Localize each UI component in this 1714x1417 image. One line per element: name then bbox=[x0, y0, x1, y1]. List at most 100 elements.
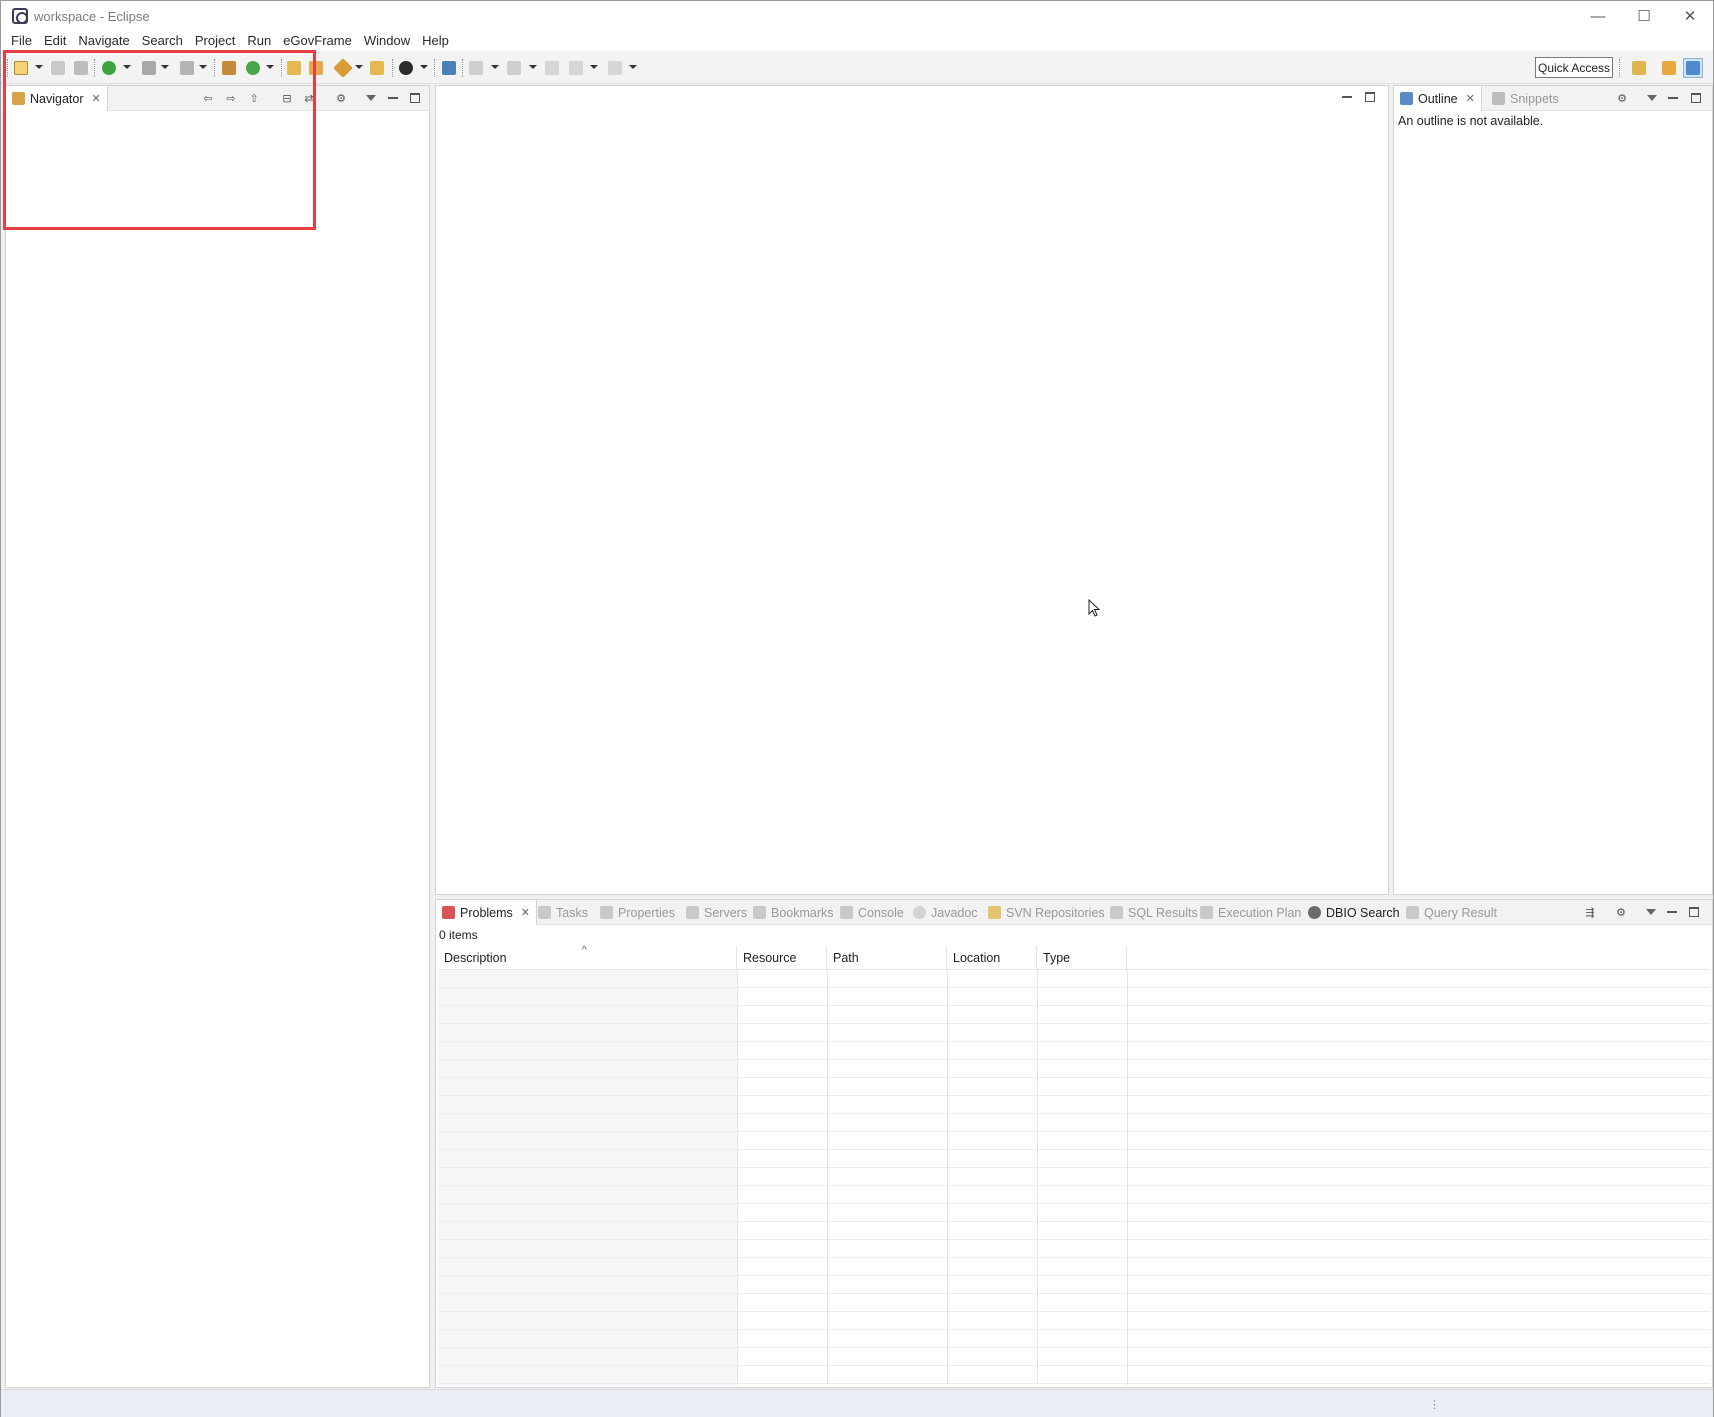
minimize-window-button[interactable]: — bbox=[1575, 1, 1621, 31]
table-row[interactable] bbox=[438, 1114, 1710, 1132]
prev-annotation-dropdown-icon[interactable] bbox=[529, 65, 537, 69]
user-dropdown-icon[interactable] bbox=[420, 65, 428, 69]
tab-execution-plan[interactable]: Execution Plan bbox=[1194, 900, 1307, 925]
table-row[interactable] bbox=[438, 1348, 1710, 1366]
debug-dropdown-icon[interactable] bbox=[123, 65, 131, 69]
outline-filter-icon[interactable]: ⚙ bbox=[1615, 91, 1629, 105]
tab-console[interactable]: Console bbox=[834, 900, 910, 925]
tab-javadoc[interactable]: Javadoc bbox=[907, 900, 984, 925]
stop-icon[interactable] bbox=[141, 60, 157, 76]
maximize-view-icon[interactable] bbox=[408, 91, 422, 105]
new-dropdown-icon[interactable] bbox=[35, 65, 43, 69]
server-icon[interactable] bbox=[179, 60, 195, 76]
table-row[interactable] bbox=[438, 1078, 1710, 1096]
egovframe-perspective-icon[interactable] bbox=[1683, 58, 1703, 78]
new-wizard-icon[interactable] bbox=[13, 60, 29, 76]
close-problems-icon[interactable]: ✕ bbox=[521, 906, 530, 919]
table-row[interactable] bbox=[438, 1096, 1710, 1114]
terminal-icon[interactable] bbox=[441, 60, 457, 76]
status-grip-icon[interactable]: ⋮ bbox=[1429, 1398, 1440, 1411]
editor-area[interactable] bbox=[435, 85, 1389, 895]
maximize-outline-icon[interactable] bbox=[1689, 91, 1703, 105]
open-type-icon[interactable] bbox=[369, 60, 385, 76]
problems-configure-icon[interactable]: ⇶ bbox=[1583, 905, 1597, 919]
table-row[interactable] bbox=[438, 1258, 1710, 1276]
table-row[interactable] bbox=[438, 1060, 1710, 1078]
table-row[interactable] bbox=[438, 988, 1710, 1006]
link-with-editor-icon[interactable]: ⇄ bbox=[302, 91, 316, 105]
collapse-all-icon[interactable]: ⊟ bbox=[280, 91, 294, 105]
menu-window[interactable]: Window bbox=[358, 31, 416, 51]
table-row[interactable] bbox=[438, 1006, 1710, 1024]
back-nav-icon[interactable]: ⇦ bbox=[201, 91, 215, 105]
table-row[interactable] bbox=[438, 1366, 1710, 1384]
menu-edit[interactable]: Edit bbox=[38, 31, 72, 51]
column-location[interactable]: Location bbox=[947, 946, 1037, 970]
forward-dropdown-icon[interactable] bbox=[629, 65, 637, 69]
minimize-outline-icon[interactable] bbox=[1666, 91, 1680, 105]
tab-problems[interactable]: Problems ✕ bbox=[436, 900, 538, 925]
table-row[interactable] bbox=[438, 1132, 1710, 1150]
filter-icon[interactable]: ⚙ bbox=[334, 91, 348, 105]
table-row[interactable] bbox=[438, 970, 1710, 988]
problems-filter-icon[interactable]: ⚙ bbox=[1614, 905, 1628, 919]
table-row[interactable] bbox=[438, 1330, 1710, 1348]
menu-egovframe[interactable]: eGovFrame bbox=[277, 31, 358, 51]
stop-dropdown-icon[interactable] bbox=[161, 65, 169, 69]
outline-view-menu-icon[interactable] bbox=[1645, 91, 1659, 105]
package-icon[interactable] bbox=[221, 60, 237, 76]
minimize-editor-icon[interactable] bbox=[1340, 90, 1354, 104]
forward-icon[interactable] bbox=[607, 60, 623, 76]
maximize-editor-icon[interactable] bbox=[1363, 90, 1377, 104]
table-row[interactable] bbox=[438, 1276, 1710, 1294]
table-row[interactable] bbox=[438, 1186, 1710, 1204]
debug-icon[interactable] bbox=[101, 60, 117, 76]
save-all-icon[interactable] bbox=[73, 60, 89, 76]
maximize-problems-icon[interactable] bbox=[1687, 905, 1701, 919]
menu-run[interactable]: Run bbox=[241, 31, 277, 51]
tab-properties[interactable]: Properties bbox=[594, 900, 681, 925]
last-edit-icon[interactable] bbox=[544, 60, 560, 76]
close-navigator-icon[interactable]: ✕ bbox=[92, 92, 101, 105]
table-row[interactable] bbox=[438, 1042, 1710, 1060]
minimize-problems-icon[interactable] bbox=[1665, 905, 1679, 919]
menu-navigate[interactable]: Navigate bbox=[72, 31, 135, 51]
tab-bookmarks[interactable]: Bookmarks bbox=[747, 900, 840, 925]
tab-query-result[interactable]: Query Result bbox=[1400, 900, 1503, 925]
table-row[interactable] bbox=[438, 1150, 1710, 1168]
menu-help[interactable]: Help bbox=[416, 31, 455, 51]
close-window-button[interactable]: ✕ bbox=[1667, 1, 1713, 31]
prev-annotation-icon[interactable] bbox=[506, 60, 522, 76]
up-nav-icon[interactable]: ⇧ bbox=[247, 91, 261, 105]
table-row[interactable] bbox=[438, 1024, 1710, 1042]
table-row[interactable] bbox=[438, 1294, 1710, 1312]
maximize-window-button[interactable]: ☐ bbox=[1621, 1, 1667, 31]
run-dropdown-icon[interactable] bbox=[266, 65, 274, 69]
menu-project[interactable]: Project bbox=[189, 31, 241, 51]
open-perspective-icon[interactable] bbox=[1629, 58, 1649, 78]
problems-view-menu-icon[interactable] bbox=[1644, 905, 1658, 919]
next-annotation-icon[interactable] bbox=[468, 60, 484, 76]
tab-tasks[interactable]: Tasks bbox=[532, 900, 594, 925]
minimize-view-icon[interactable] bbox=[386, 91, 400, 105]
menu-file[interactable]: File bbox=[5, 31, 38, 51]
forward-nav-icon[interactable]: ⇨ bbox=[224, 91, 238, 105]
table-row[interactable] bbox=[438, 1222, 1710, 1240]
tab-navigator[interactable]: Navigator ✕ bbox=[6, 86, 108, 111]
tab-svn-repositories[interactable]: SVN Repositories bbox=[982, 900, 1111, 925]
table-row[interactable] bbox=[438, 1204, 1710, 1222]
problems-table[interactable]: Description ^ Resource Path Location Typ… bbox=[438, 945, 1710, 1385]
close-outline-icon[interactable]: ✕ bbox=[1466, 92, 1475, 105]
column-resource[interactable]: Resource bbox=[737, 946, 827, 970]
search-tool-icon[interactable] bbox=[333, 58, 353, 78]
user-icon[interactable] bbox=[398, 60, 414, 76]
menu-search[interactable]: Search bbox=[136, 31, 189, 51]
tab-servers[interactable]: Servers bbox=[680, 900, 753, 925]
open-task-icon[interactable] bbox=[308, 60, 324, 76]
open-folder-icon[interactable] bbox=[286, 60, 302, 76]
tab-outline[interactable]: Outline ✕ bbox=[1394, 86, 1482, 111]
tab-sql-results[interactable]: SQL Results bbox=[1104, 900, 1204, 925]
back-icon[interactable] bbox=[568, 60, 584, 76]
table-row[interactable] bbox=[438, 1168, 1710, 1186]
table-row[interactable] bbox=[438, 1240, 1710, 1258]
